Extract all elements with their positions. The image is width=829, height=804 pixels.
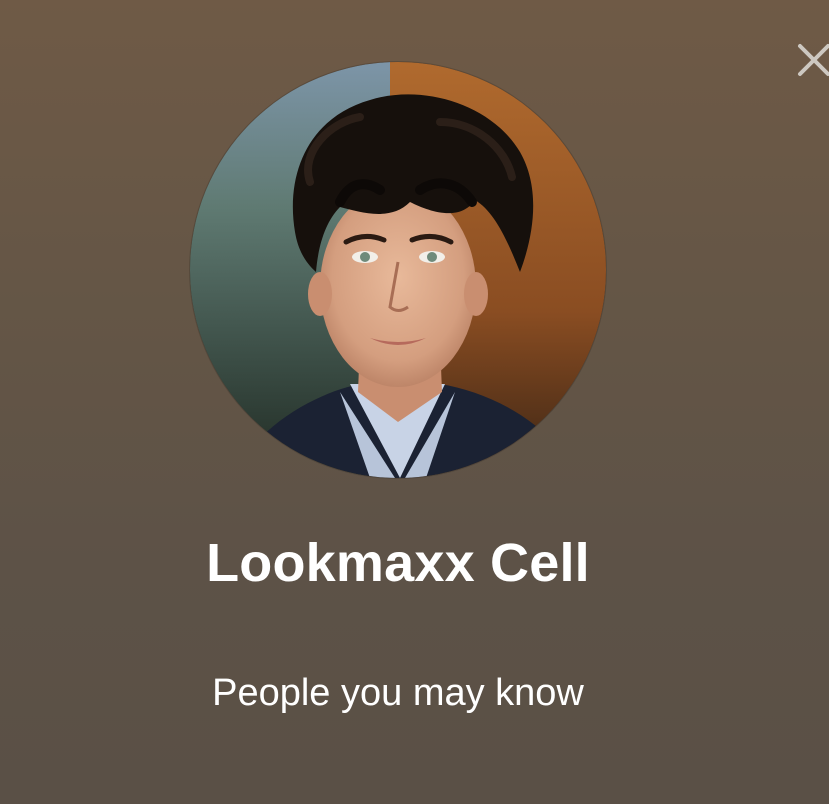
profile-photo xyxy=(190,62,606,478)
profile-subtitle: People you may know xyxy=(212,672,584,714)
avatar[interactable] xyxy=(190,62,606,478)
close-icon xyxy=(798,44,829,76)
profile-name: Lookmaxx Cell xyxy=(206,533,590,593)
close-button[interactable] xyxy=(792,38,829,82)
profile-card-panel: Lookmaxx Cell People you may know xyxy=(0,0,829,804)
